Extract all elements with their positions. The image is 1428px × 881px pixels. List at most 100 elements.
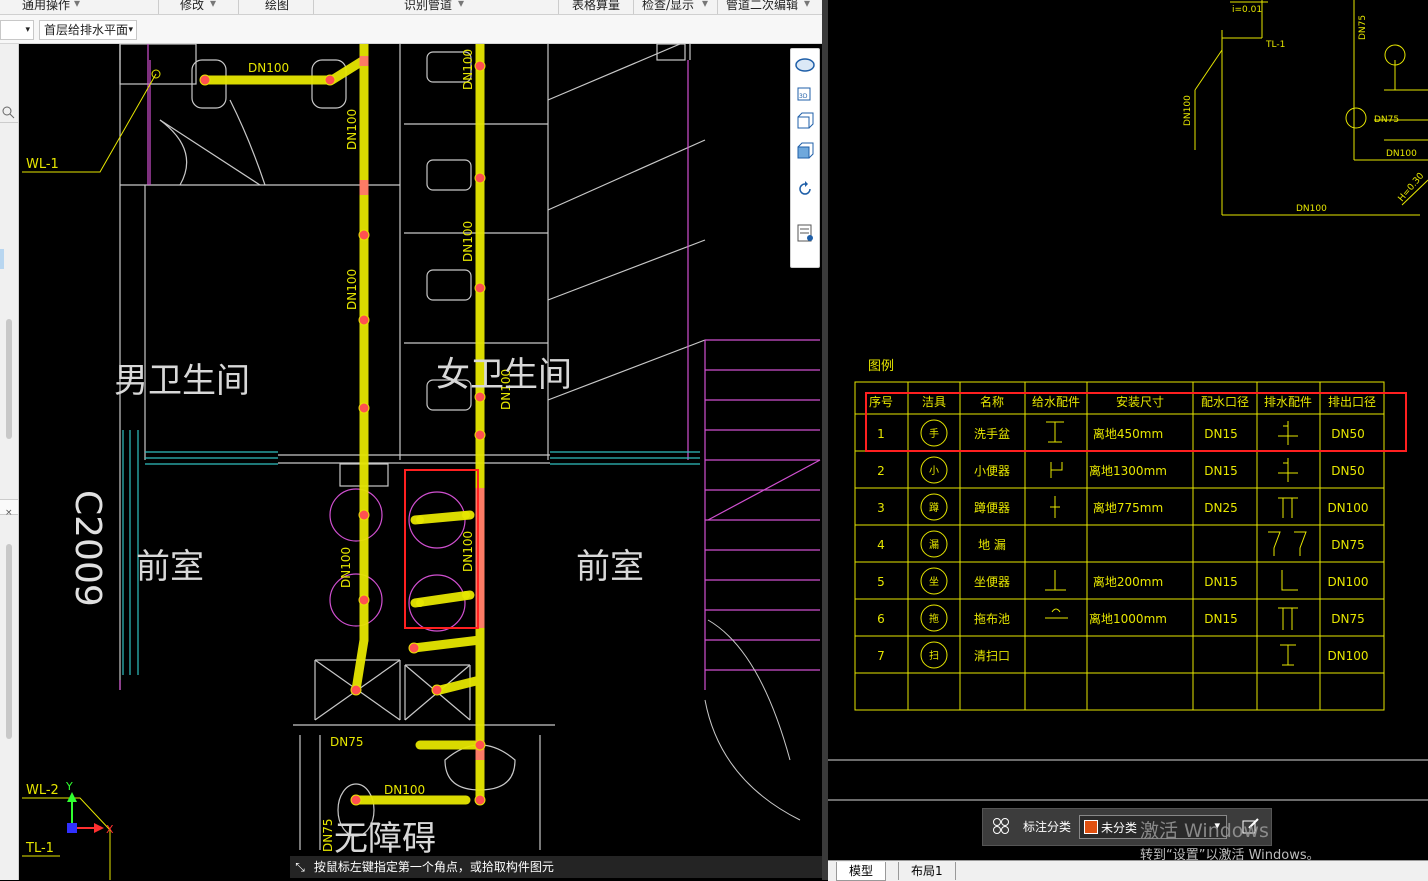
search-icon[interactable] [0, 104, 18, 123]
legend-title: 图例 [868, 359, 894, 374]
menu-table-quantity[interactable]: 表格算量 [572, 0, 620, 13]
cell-drain-dn: DN100 [1327, 649, 1368, 663]
svg-text:3D: 3D [799, 93, 808, 100]
pipe-label: DN75 [330, 735, 364, 749]
room-label-front: 前室 [136, 547, 204, 587]
cell-symbol: 小 [929, 465, 939, 477]
cell-name: 地 漏 [978, 538, 1006, 552]
diagram-label: H=0.30 [1397, 171, 1427, 204]
riser-label: WL-2 [26, 783, 59, 798]
command-hint-text: 按鼠标左键指定第一个角点，或拾取构件图元 [313, 860, 554, 874]
properties-icon[interactable] [795, 223, 815, 243]
layer-dropdown[interactable]: ▾ [0, 20, 34, 40]
pipe-label: DN100 [461, 531, 475, 572]
close-icon[interactable]: × [0, 499, 18, 518]
cell-no: 1 [877, 427, 885, 441]
diagram-label: i=0.01 [1232, 5, 1262, 15]
scrollbar[interactable] [6, 544, 12, 739]
scrollbar[interactable] [6, 319, 12, 439]
layout-tabs: 模型 布局1 [828, 860, 1428, 881]
activation-watermark: 激活 Windows [1140, 820, 1269, 842]
cell-drain-dn: DN50 [1331, 427, 1365, 441]
chevron-down-icon: ▾ [458, 0, 465, 10]
cell-name: 洗手盆 [974, 427, 1010, 441]
grid-icon[interactable] [991, 816, 1011, 840]
menu-divider [158, 0, 159, 14]
cell-symbol: 拖 [929, 612, 939, 625]
floor-select[interactable]: 首层给排水平面 ▾ [39, 20, 137, 40]
legend-drawing: TL-1 DN100 DN75 DN100 DN100 H=0.30 DN75 … [828, 0, 1428, 801]
cell-drain-dn: DN100 [1327, 501, 1368, 515]
cell-symbol: 扫 [929, 649, 939, 662]
cell-name: 拖布池 [974, 612, 1010, 626]
menu-general-ops[interactable]: 通用操作 [22, 0, 70, 13]
diagram-label: DN75 [1358, 15, 1368, 40]
cell-name: 小便器 [974, 464, 1010, 478]
chevron-down-icon: ▾ [74, 0, 81, 10]
cell-size: 离地450mm [1093, 426, 1163, 441]
menu-draw[interactable]: 绘图 [265, 0, 289, 13]
cell-no: 2 [877, 464, 885, 478]
color-swatch [1084, 820, 1098, 834]
annotation-label: 标注分类 [1023, 820, 1072, 834]
menu-divider [313, 0, 314, 14]
cell-no: 5 [877, 575, 885, 589]
chevron-down-icon: ▾ [702, 0, 709, 10]
chevron-down-icon: ▾ [210, 0, 217, 10]
cell-supply-dn: DN15 [1204, 575, 1238, 589]
menu-divider [633, 0, 634, 14]
pipe-label: DN100 [248, 61, 289, 75]
room-label-female: 女卫生间 [436, 355, 572, 395]
tab-model[interactable]: 模型 [836, 862, 887, 881]
shaded-cube-icon[interactable] [795, 141, 815, 161]
pipe-label: DN100 [461, 49, 475, 90]
menu-recognize-pipe[interactable]: 识别管道 [404, 0, 452, 13]
cell-name: 蹲便器 [974, 501, 1010, 515]
axis-x-label: X [106, 823, 114, 836]
header-cell: 排水配件 [1264, 395, 1312, 409]
menu-bar: 通用操作 ▾ 修改 ▾ 绘图 识别管道 ▾ 表格算量 检查/显示 ▾ 管道二次编… [0, 0, 822, 15]
cell-supply-dn: DN15 [1204, 427, 1238, 441]
header-cell: 给水配件 [1032, 395, 1080, 409]
pipe-label: DN100 [345, 269, 359, 310]
header-cell: 洁具 [922, 395, 946, 409]
3d-view-icon[interactable]: 3D [795, 83, 815, 103]
menu-divider [238, 0, 239, 14]
cell-supply-dn: DN15 [1204, 464, 1238, 478]
cell-size: 离地1300mm [1089, 463, 1167, 478]
selected-item-marker [0, 249, 4, 269]
menu-modify[interactable]: 修改 [180, 0, 204, 13]
chevron-down-icon: ▾ [804, 0, 811, 10]
riser-label: WL-1 [26, 157, 59, 172]
cad-plan-view[interactable]: X Y DN100 DN100 DN100 DN100 DN100 DN100 … [22, 44, 822, 880]
pipe-label: DN100 [461, 221, 475, 262]
cell-symbol: 手 [929, 427, 939, 440]
cube-view-icon[interactable] [795, 111, 815, 131]
cell-no: 6 [877, 612, 885, 626]
diagram-label: DN75 [1374, 115, 1399, 125]
pipe-label: DN100 [384, 783, 425, 797]
diagram-label: TL-1 [1265, 40, 1285, 50]
room-label-male: 男卫生间 [114, 361, 250, 401]
menu-pipe-edit[interactable]: 管道二次编辑 [726, 0, 798, 13]
view-toolbar: 3D [790, 48, 820, 268]
rotate-icon[interactable] [795, 179, 815, 199]
cell-name: 清扫口 [974, 649, 1010, 663]
cell-drain-dn: DN50 [1331, 464, 1365, 478]
pipe-label: DN100 [345, 109, 359, 150]
diagram-label: DN100 [1296, 204, 1327, 214]
diagram-label: DN100 [1183, 95, 1193, 126]
menu-check-display[interactable]: 检查/显示 [642, 0, 694, 13]
header-cell: 名称 [980, 394, 1004, 409]
chevron-down-icon: ▾ [25, 25, 30, 35]
header-cell: 序号 [869, 394, 893, 409]
diagram-label: DN100 [1386, 149, 1417, 159]
header-cell: 配水口径 [1201, 395, 1249, 409]
cell-symbol: 漏 [929, 539, 939, 551]
cell-drain-dn: DN100 [1327, 575, 1368, 589]
pipe-label: DN75 [321, 819, 335, 853]
tab-layout1[interactable]: 布局1 [898, 862, 956, 880]
cell-size: 离地775mm [1093, 500, 1163, 515]
cad-legend-view[interactable]: TL-1 DN100 DN75 DN100 DN100 H=0.30 DN75 … [828, 0, 1428, 860]
orbit-icon[interactable] [795, 55, 815, 75]
